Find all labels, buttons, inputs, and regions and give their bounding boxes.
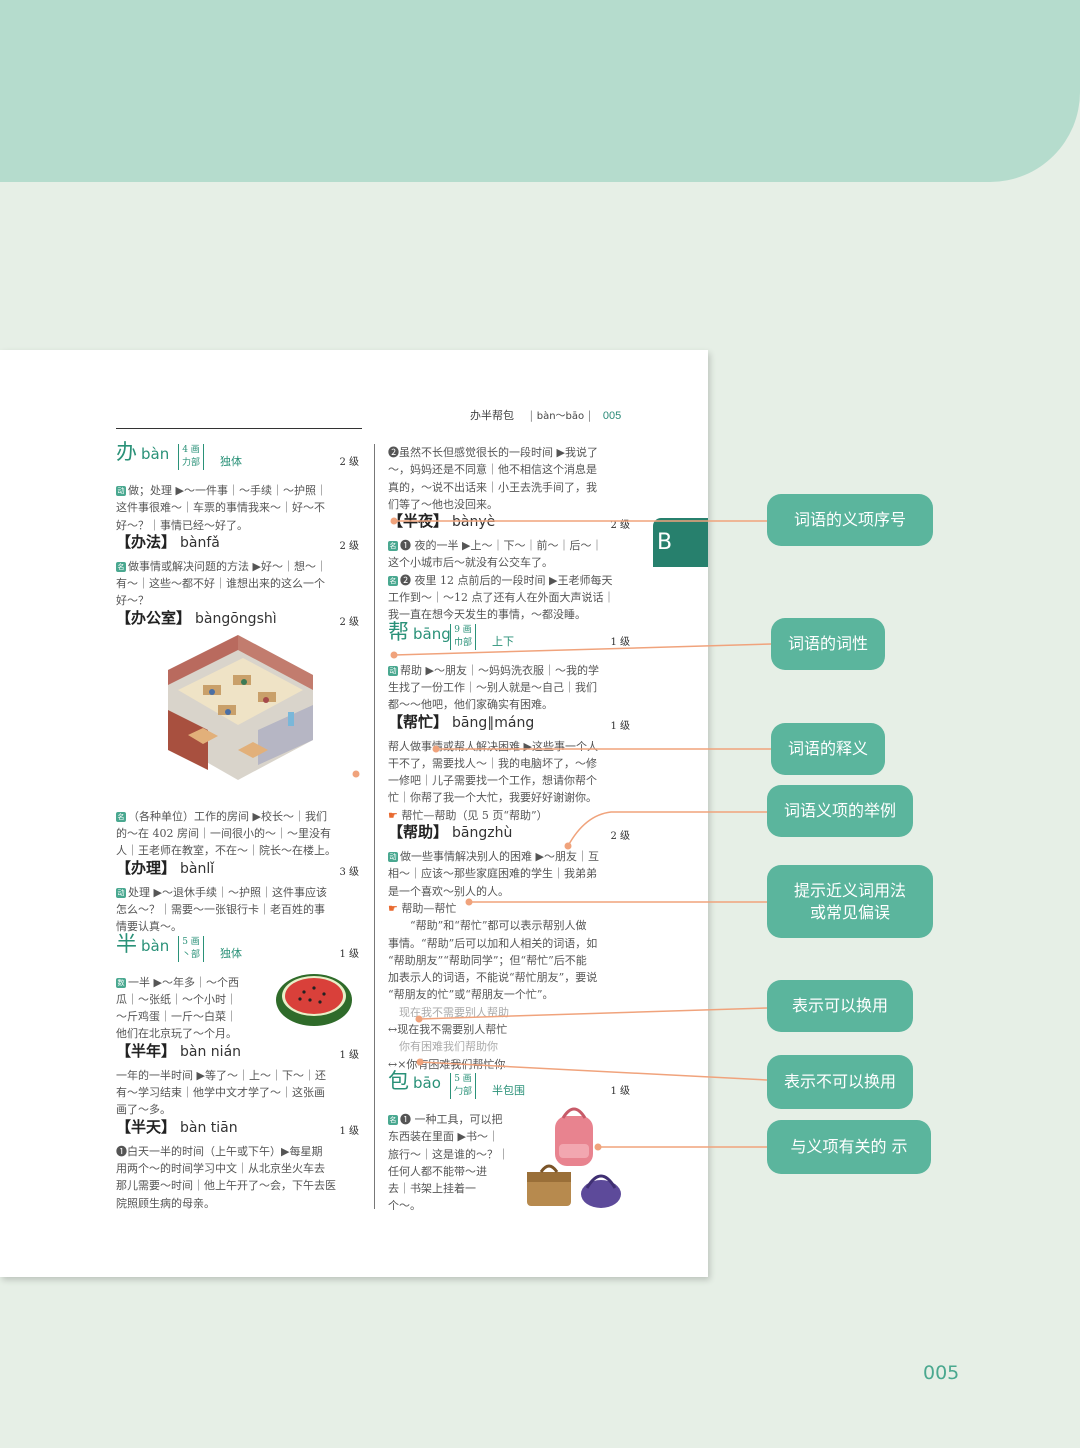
callout-box: 词语义项的举例	[767, 785, 913, 837]
callout-box: 词语的义项序号	[767, 494, 933, 546]
callout-box: 表示不可以换用	[767, 1055, 913, 1109]
callout-box: 词语的词性	[771, 618, 885, 670]
callout-box: 与义项有关的 示	[767, 1120, 931, 1174]
callout-box: 表示可以换用	[767, 980, 913, 1032]
pointer-lines	[352, 517, 772, 1151]
callout-box: 词语的释义	[771, 723, 885, 775]
callout-box: 提示近义词用法 或常见偏误	[767, 865, 933, 938]
footer-page-number: 005	[923, 1362, 960, 1384]
